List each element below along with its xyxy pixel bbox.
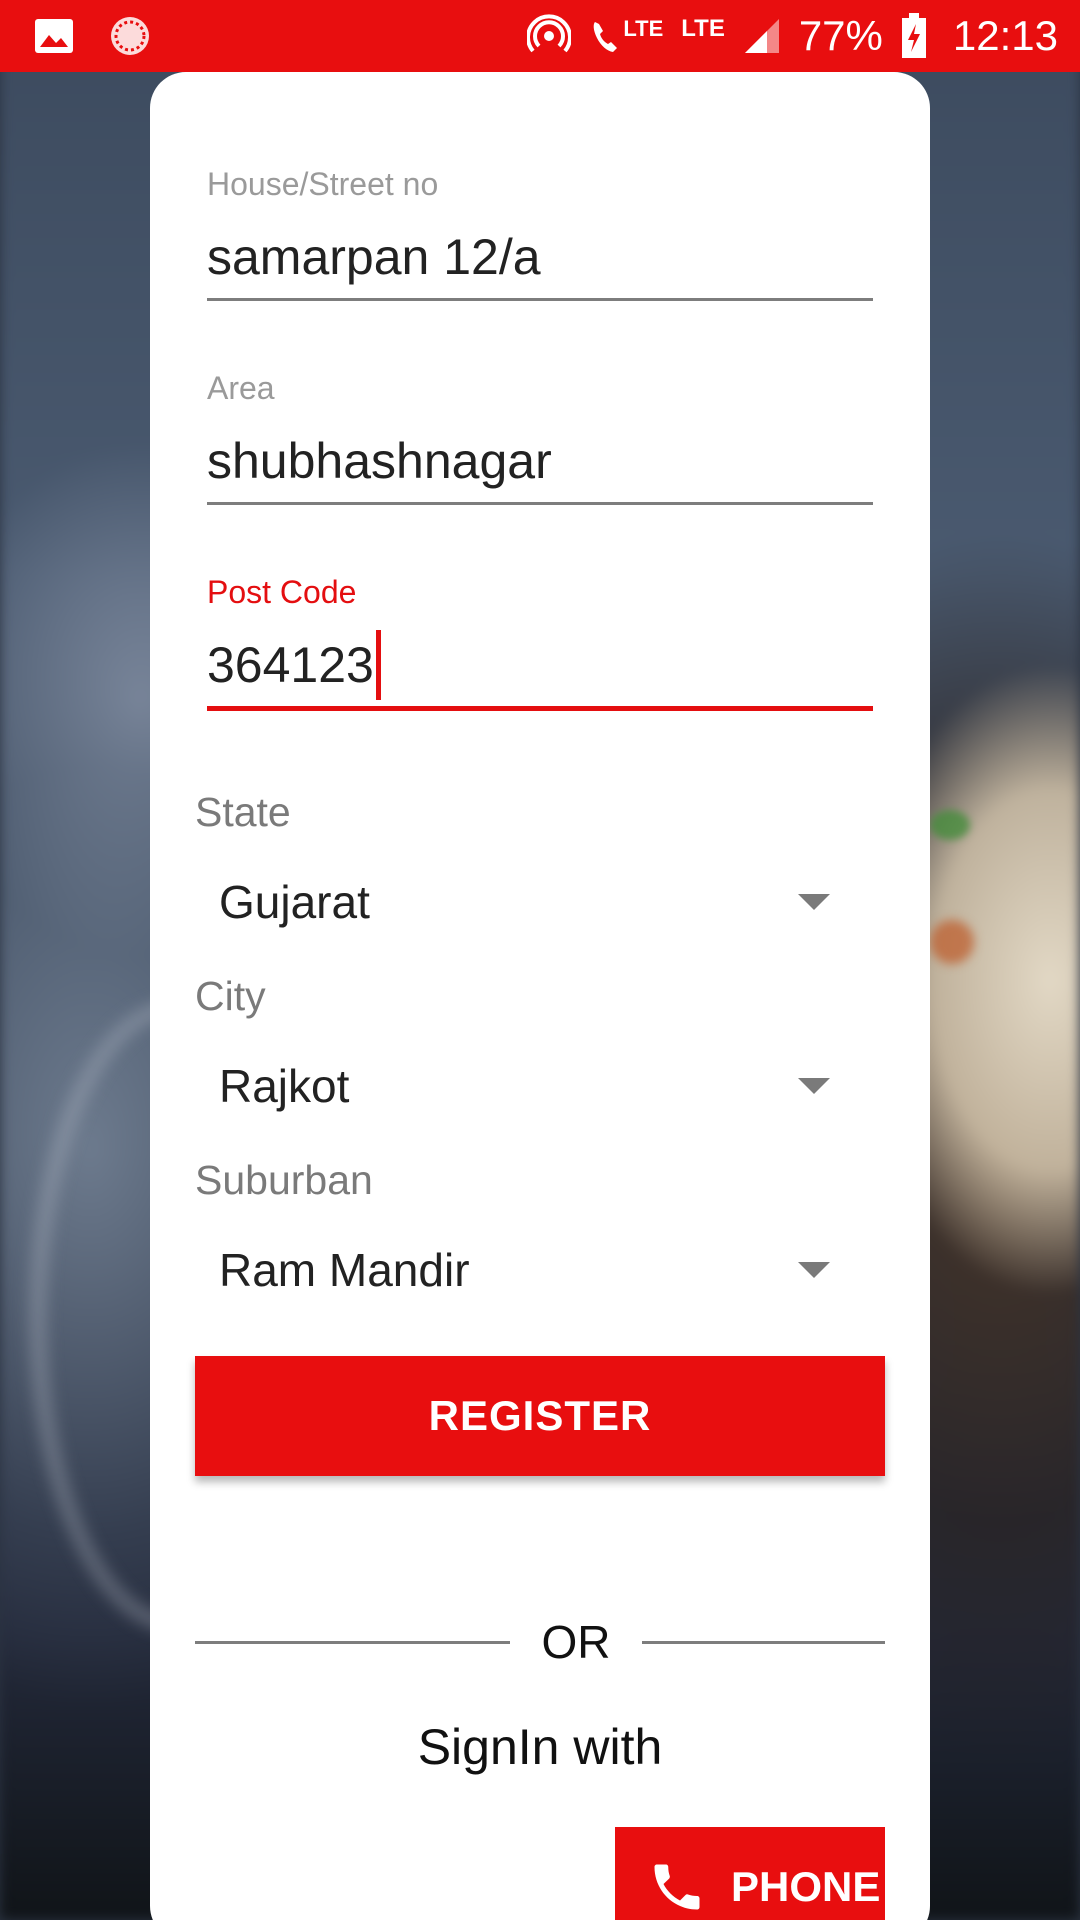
screen: LTE LTE 77% 12:13 House/Street no samarp…	[0, 0, 1080, 1920]
city-group: City Rajkot	[195, 971, 885, 1121]
area-label: Area	[207, 370, 275, 406]
city-selected-value: Rajkot	[219, 1060, 350, 1112]
post-code-label: Post Code	[207, 574, 357, 610]
house-street-underline	[207, 298, 873, 301]
volte-call-icon: LTE	[589, 16, 663, 56]
or-label: OR	[541, 1616, 611, 1668]
status-bar: LTE LTE 77% 12:13	[0, 0, 1080, 72]
phone-signin-button[interactable]: PHONE	[615, 1827, 885, 1920]
registration-card: House/Street no samarpan 12/a Area shubh…	[150, 72, 930, 1920]
house-street-label: House/Street no	[207, 166, 439, 202]
area-input[interactable]: shubhashnagar	[207, 430, 873, 492]
suburban-dropdown[interactable]: Ram Mandir	[195, 1235, 885, 1305]
phone-button-label: PHONE	[731, 1863, 881, 1910]
phone-icon	[647, 1857, 707, 1917]
signin-with-label: SignIn with	[417, 1719, 663, 1775]
divider-line-right	[642, 1640, 885, 1644]
battery-charging-icon	[901, 13, 927, 59]
dropdown-arrow-icon	[798, 894, 830, 910]
hotspot-icon	[527, 14, 572, 58]
state-selected-value: Gujarat	[219, 876, 370, 928]
state-label: State	[195, 789, 291, 835]
post-code-field[interactable]: Post Code 364123	[207, 572, 873, 711]
state-group: State Gujarat	[195, 787, 885, 937]
lte-label-1: LTE	[623, 16, 664, 41]
clock: 12:13	[952, 12, 1058, 59]
signal-icon	[743, 17, 781, 55]
loading-notification-icon	[108, 14, 152, 58]
lte-label-2: LTE	[681, 15, 725, 42]
suburban-group: Suburban Ram Mandir	[195, 1155, 885, 1305]
divider-line-left	[195, 1640, 510, 1644]
or-divider: OR	[195, 1612, 885, 1672]
house-street-input[interactable]: samarpan 12/a	[207, 226, 873, 288]
suburban-label: Suburban	[195, 1157, 373, 1203]
dropdown-arrow-icon	[798, 1262, 830, 1278]
dropdown-arrow-icon	[798, 1078, 830, 1094]
text-cursor	[375, 630, 381, 700]
post-code-input[interactable]: 364123	[207, 630, 873, 700]
house-street-field[interactable]: House/Street no samarpan 12/a	[207, 164, 873, 301]
battery-percentage: 77%	[798, 12, 883, 59]
city-dropdown[interactable]: Rajkot	[195, 1051, 885, 1121]
area-field[interactable]: Area shubhashnagar	[207, 368, 873, 505]
city-label: City	[195, 973, 266, 1019]
post-code-value: 364123	[207, 637, 374, 693]
background-garnish	[930, 810, 970, 840]
area-underline	[207, 502, 873, 505]
suburban-selected-value: Ram Mandir	[219, 1244, 470, 1296]
background-garnish-carrot	[930, 920, 974, 964]
gallery-notification-icon	[34, 18, 74, 54]
register-button[interactable]: REGISTER	[195, 1356, 885, 1476]
state-dropdown[interactable]: Gujarat	[195, 867, 885, 937]
post-code-underline	[207, 706, 873, 711]
